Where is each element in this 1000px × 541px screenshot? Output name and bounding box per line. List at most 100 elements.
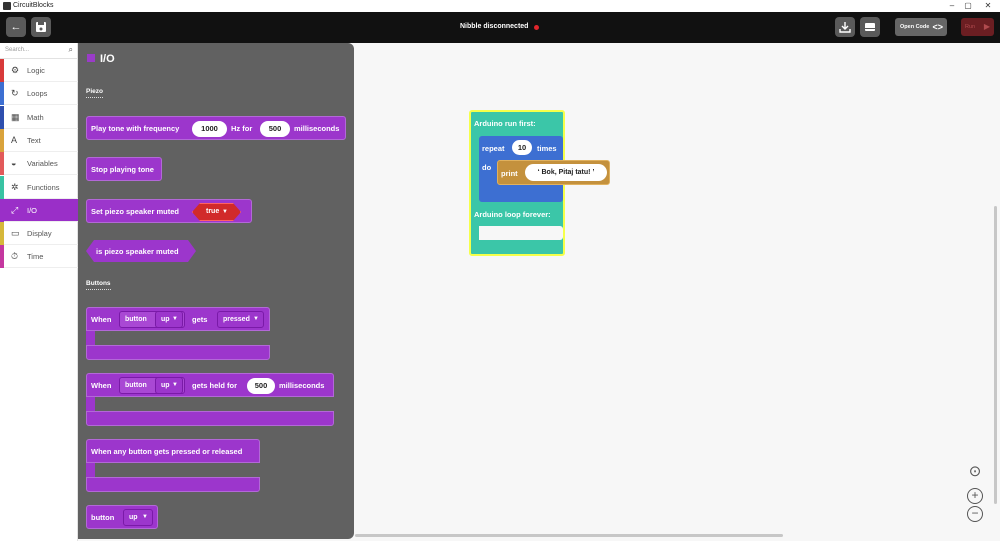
stop-tone-block[interactable]: Stop playing tone	[86, 157, 162, 181]
direction-value: up	[161, 316, 170, 323]
c-block-arm	[86, 331, 95, 345]
c-block-bottom	[86, 411, 334, 426]
serial-monitor-button[interactable]	[860, 17, 880, 37]
sidebar-item-text[interactable]: A Text	[0, 128, 78, 152]
download-button[interactable]	[835, 17, 855, 37]
sidebar-item-label: Time	[27, 252, 44, 262]
category-color-bar	[0, 105, 4, 129]
play-tone-block[interactable]: Play tone with frequency 1000 Hz for 500…	[86, 116, 346, 140]
category-color-bar	[0, 175, 4, 199]
direction-dropdown[interactable]: up ▼	[155, 311, 183, 328]
button-label: button	[125, 382, 147, 389]
dropdown-arrow-icon: ▼	[142, 514, 148, 520]
muted-boolean-dropdown[interactable]: true ▼	[192, 203, 241, 221]
app-logo-icon	[3, 2, 11, 10]
text-icon: A	[11, 134, 18, 145]
close-button[interactable]: ✕	[980, 0, 996, 12]
muted-value: true	[206, 208, 220, 215]
play-icon: ▶	[983, 22, 990, 31]
c-block-notch	[96, 331, 112, 336]
repeat-label: repeat	[482, 144, 505, 153]
when-button-pressed-block[interactable]: When button up ▼ gets pressed ▼	[86, 307, 270, 331]
category-color-bar	[0, 198, 4, 222]
dropdown-arrow-icon: ▼	[172, 382, 178, 388]
any-button-text: When any button gets pressed or released	[91, 447, 243, 456]
category-color-bar	[0, 222, 4, 246]
variables-icon: ◒	[11, 158, 17, 169]
maximize-button[interactable]: ▢	[960, 0, 976, 12]
category-color-bar	[0, 152, 4, 176]
press-state-dropdown[interactable]: pressed ▼	[217, 311, 264, 328]
horizontal-scrollbar[interactable]	[355, 534, 783, 537]
set-muted-block[interactable]: Set piezo speaker muted true ▼	[86, 199, 252, 223]
functions-icon: ✲	[11, 181, 19, 192]
sidebar-item-math[interactable]: ▦ Math	[0, 105, 78, 129]
zoom-out-button[interactable]: −	[967, 506, 983, 522]
top-toolbar: ← Nibble disconnected Open Code <> Run ▶	[0, 12, 1000, 43]
sidebar-item-logic[interactable]: ⚙ Logic	[0, 59, 78, 82]
dropdown-arrow-icon: ▼	[222, 209, 228, 215]
c-block-bottom	[86, 345, 270, 360]
milliseconds-text: milliseconds	[294, 124, 340, 133]
connection-status: Nibble disconnected	[460, 23, 529, 30]
duration-input[interactable]: 500	[260, 121, 290, 137]
print-label: print	[501, 169, 518, 178]
sidebar-item-variables[interactable]: ◒ Variables	[0, 152, 78, 176]
gets-text: gets	[192, 315, 208, 324]
flyout-title: I/O	[100, 53, 115, 65]
repeat-count-input[interactable]: 10	[512, 140, 532, 155]
held-for-text: gets held for	[192, 381, 238, 390]
held-duration-input[interactable]: 500	[247, 378, 275, 394]
window-titlebar: CircuitBlocks – ▢ ✕	[0, 0, 1000, 12]
download-icon	[839, 22, 851, 33]
time-icon: ⏱	[11, 251, 19, 262]
frequency-input[interactable]: 1000	[192, 121, 227, 137]
category-sidebar: Search... ⌕ ⚙ Logic ↻ Loops ▦ Math A Text ◒ Varia…	[0, 43, 78, 541]
vertical-scrollbar[interactable]	[994, 206, 997, 504]
sidebar-item-time[interactable]: ⏱ Time	[0, 245, 78, 269]
sidebar-item-io[interactable]: ⤢ I/O	[0, 198, 78, 222]
sidebar-item-display[interactable]: ▭ Display	[0, 222, 78, 246]
sidebar-item-loops[interactable]: ↻ Loops	[0, 82, 78, 106]
status-indicator	[534, 25, 539, 30]
run-first-label: Arduino run first:	[474, 119, 536, 128]
button-reporter-block[interactable]: button up ▼	[86, 505, 158, 529]
sidebar-item-label: Loops	[27, 89, 48, 99]
minimize-button[interactable]: –	[944, 0, 960, 12]
sidebar-item-label: Math	[27, 112, 44, 122]
when-any-button-block[interactable]: When any button gets pressed or released	[86, 439, 260, 463]
times-label: times	[537, 144, 557, 153]
when-button-held-block[interactable]: When button up ▼ gets held for 500 milli…	[86, 373, 334, 397]
c-block-arm	[86, 463, 95, 477]
sidebar-item-label: Logic	[27, 66, 45, 75]
direction-value: up	[161, 382, 170, 389]
search-placeholder: Search...	[5, 47, 30, 53]
c-block-notch	[96, 397, 112, 402]
dropdown-arrow-icon: ▼	[172, 316, 178, 322]
print-string: Bok, Pitaj tatu!	[541, 169, 591, 176]
back-button[interactable]: ←	[6, 17, 26, 37]
open-code-button[interactable]: Open Code <>	[895, 18, 947, 36]
open-code-label: Open Code	[900, 24, 930, 30]
zoom-in-button[interactable]: +	[967, 488, 983, 504]
loop-slot	[479, 226, 563, 240]
save-icon	[36, 22, 46, 32]
button-label: button	[91, 513, 115, 522]
window-title: CircuitBlocks	[13, 2, 54, 9]
print-text-value[interactable]: ‘ Bok, Pitaj tatu! ’	[525, 164, 607, 181]
recenter-icon[interactable]: ⊙	[967, 464, 983, 482]
quote-icon: ’	[590, 169, 595, 176]
search-icon: ⌕	[68, 45, 73, 54]
direction-dropdown[interactable]: up ▼	[123, 509, 153, 526]
is-muted-block[interactable]: is piezo speaker muted	[86, 240, 196, 262]
play-tone-text: Play tone with frequency	[91, 124, 180, 133]
run-button[interactable]: Run ▶	[961, 18, 994, 36]
sidebar-item-label: Functions	[27, 182, 60, 192]
search-field[interactable]: Search... ⌕	[0, 43, 78, 59]
when-text: When	[91, 315, 112, 324]
direction-dropdown[interactable]: up ▼	[155, 377, 183, 394]
save-button[interactable]	[31, 17, 51, 37]
sidebar-item-functions[interactable]: ✲ Functions	[0, 175, 78, 199]
code-brackets-icon: <>	[932, 22, 943, 32]
hz-for-text: Hz for	[231, 124, 253, 133]
